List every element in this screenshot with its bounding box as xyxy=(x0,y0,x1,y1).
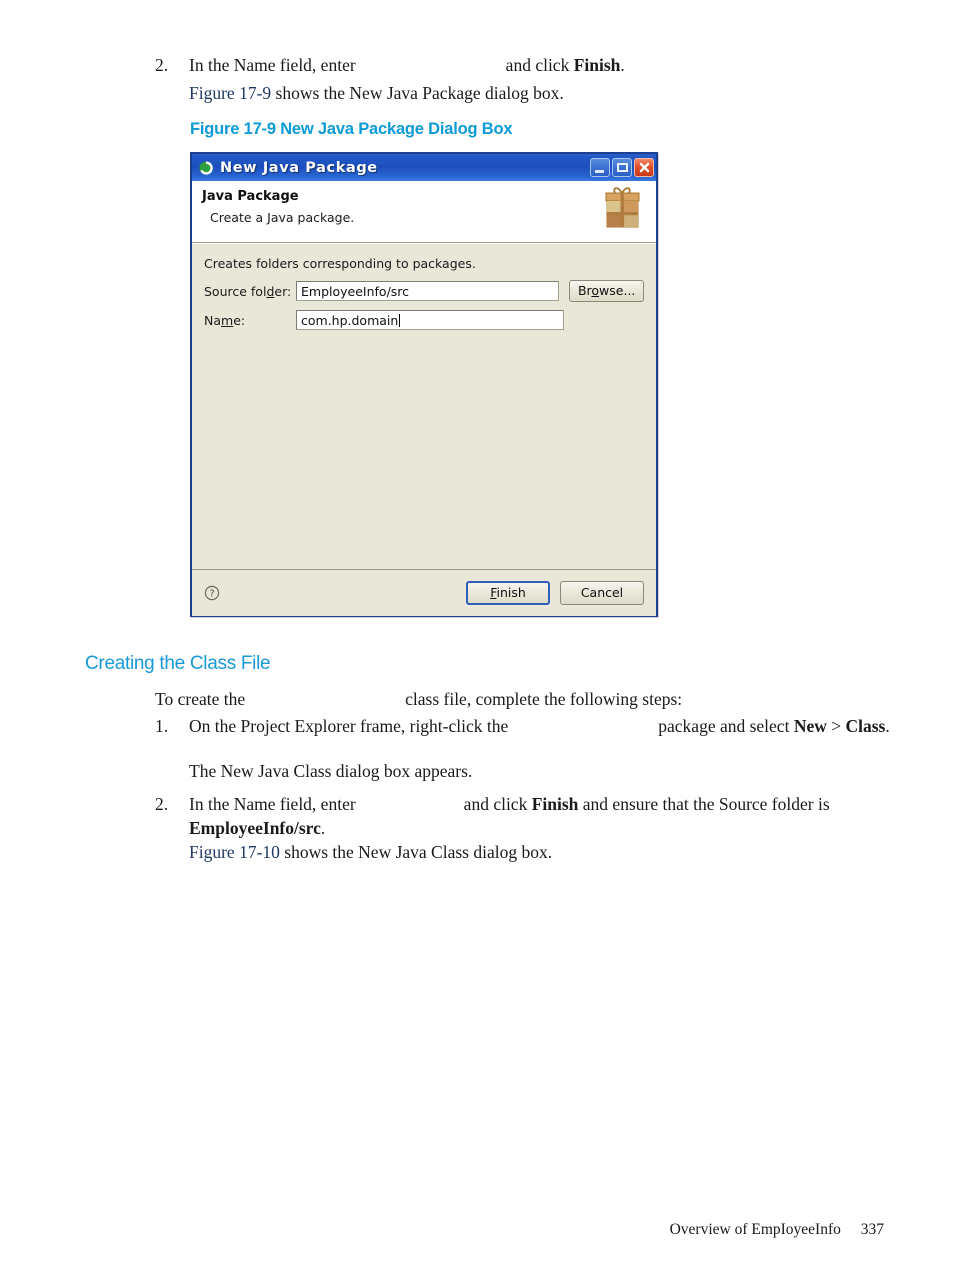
close-button[interactable] xyxy=(634,158,654,177)
cancel-button[interactable]: Cancel xyxy=(560,581,644,605)
step-note: The New Java Class dialog box appears. xyxy=(189,761,473,781)
intro-text-before: To create the xyxy=(155,689,246,709)
bold-term-class: Class xyxy=(845,716,886,736)
dialog-titlebar[interactable]: New Java Package xyxy=(192,154,656,181)
name-label: Name: xyxy=(204,312,246,328)
new-java-package-dialog: New Java Package Java Package Create a J… xyxy=(190,152,658,617)
step-text-middle: and click xyxy=(505,55,570,75)
step-text-before: In the Name field, enter xyxy=(189,55,356,75)
figure-caption: Figure 17-9 New Java Package Dialog Box xyxy=(190,120,513,138)
svg-text:?: ? xyxy=(209,589,214,600)
page-number: 337 xyxy=(860,1221,884,1238)
step-number: 2. xyxy=(155,794,169,814)
minimize-button[interactable] xyxy=(590,158,610,177)
section-intro-paragraph: To create the class file, complete the fo… xyxy=(155,688,895,712)
package-name-value: com.hp.domain xyxy=(301,313,399,328)
footer-title: Overview of EmpIoyeeInfo xyxy=(669,1221,841,1238)
dialog-header-subtitle: Create a Java package. xyxy=(210,210,355,225)
dialog-header-title: Java Package xyxy=(202,189,299,204)
source-folder-row: Source folder: EmployeeInfo/src Browse..… xyxy=(204,280,644,302)
source-folder-input[interactable]: EmployeeInfo/src xyxy=(296,281,560,301)
dialog-action-buttons: Finish Cancel xyxy=(466,581,644,605)
package-name-input[interactable]: com.hp.domain xyxy=(296,310,564,330)
intro-text-after: class file, complete the following steps… xyxy=(405,689,683,709)
browse-button[interactable]: Browse... xyxy=(569,280,644,302)
step-text: On the Project Explorer frame, right-cli… xyxy=(189,716,890,736)
figure-reference-text: shows the New Java Package dialog box. xyxy=(275,83,564,103)
text-caret xyxy=(399,314,401,327)
list-item: 2. In the Name field, enter and click Fin… xyxy=(155,793,900,840)
step-number: 2. xyxy=(155,55,169,75)
java-package-icon xyxy=(198,160,214,176)
figure-reference-paragraph: Figure 17-10 shows the New Java Class di… xyxy=(189,841,889,865)
source-folder-label: Source folder: xyxy=(204,283,292,299)
list-item: 2. In the Name field, enter and click Fin… xyxy=(155,54,875,78)
bold-term-source-folder: EmployeeInfo/src xyxy=(189,817,321,838)
name-row: Name: com.hp.domain xyxy=(204,310,644,330)
help-question-icon[interactable]: ? xyxy=(204,585,220,601)
document-page: 2. In the Name field, enter and click Fin… xyxy=(0,0,954,1271)
list-item: 1. On the Project Explorer frame, right-… xyxy=(155,715,900,739)
bold-term-new: New xyxy=(793,716,827,736)
maximize-button[interactable] xyxy=(612,158,632,177)
bold-term-finish: Finish xyxy=(531,794,579,814)
step-text-after: . xyxy=(620,55,625,75)
window-controls xyxy=(590,158,654,177)
dialog-body: Creates folders corresponding to package… xyxy=(192,243,656,569)
dialog-footer: ? Finish Cancel xyxy=(192,569,656,616)
dialog-title: New Java Package xyxy=(220,159,378,176)
section-heading: Creating the Class File xyxy=(85,653,271,674)
figure-cross-reference-link[interactable]: Figure 17-10 xyxy=(189,842,280,862)
figure-cross-reference-link[interactable]: Figure 17-9 xyxy=(189,83,271,103)
finish-button[interactable]: Finish xyxy=(466,581,550,605)
figure-reference-text: shows the New Java Class dialog box. xyxy=(284,842,553,862)
page-footer: Overview of EmpIoyeeInfo 337 xyxy=(670,1221,884,1239)
dialog-header: Java Package Create a Java package. xyxy=(192,181,656,243)
figure-reference-paragraph: Figure 17-9 shows the New Java Package d… xyxy=(189,82,889,106)
step-text: In the Name field, enter and click Finish… xyxy=(189,54,875,78)
dialog-hint-text: Creates folders corresponding to package… xyxy=(204,256,476,271)
bold-term-finish: Finish xyxy=(573,55,621,75)
gift-package-icon xyxy=(598,184,646,234)
step-text: In the Name field, enter and click Finish… xyxy=(189,794,830,838)
step-number: 1. xyxy=(155,716,169,736)
